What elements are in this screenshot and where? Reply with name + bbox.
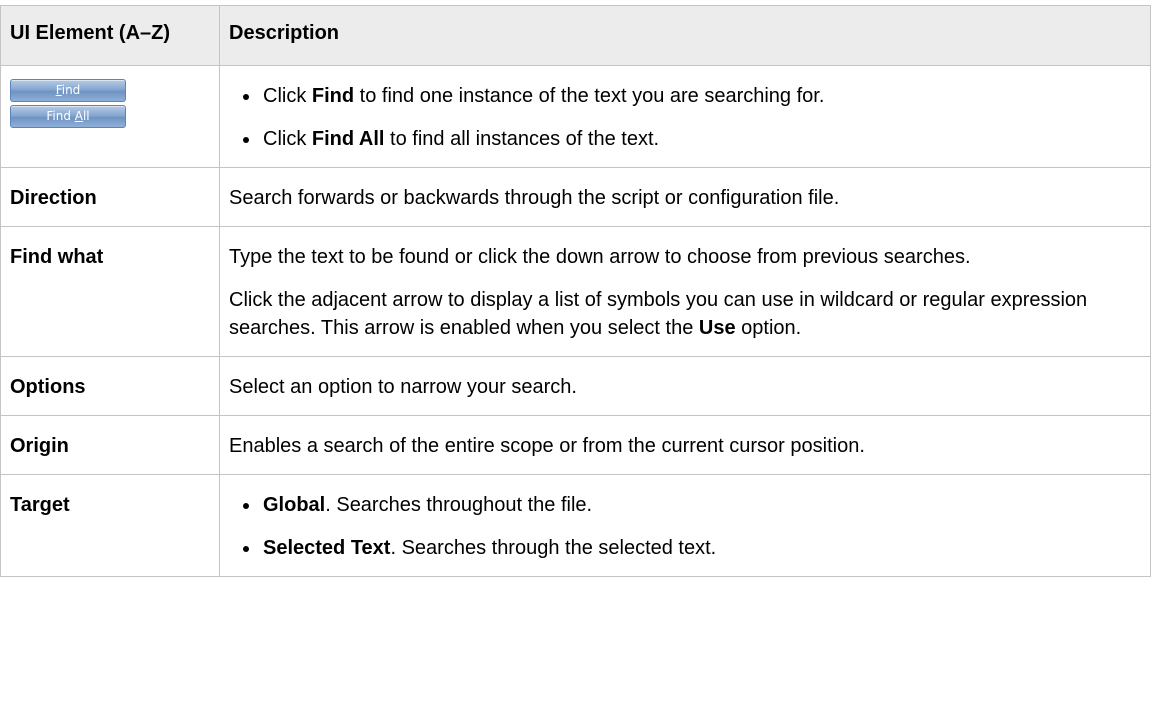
header-description: Description — [219, 5, 1151, 66]
bullet-list: Global. Searches throughout the file. Se… — [229, 491, 1140, 562]
bullet-list: Click Find to find one instance of the t… — [229, 82, 1140, 153]
element-name-find-what: Find what — [0, 226, 220, 357]
find-all-button-image: Find All — [10, 105, 126, 128]
find-button-image: Find — [10, 79, 126, 102]
description-origin: Enables a search of the entire scope or … — [219, 415, 1151, 475]
table-row-find-buttons: Find Find All Click Find to find one ins… — [0, 65, 1151, 168]
header-ui-element: UI Element (A–Z) — [0, 5, 220, 66]
description-cell-buttons: Click Find to find one instance of the t… — [219, 65, 1151, 168]
table-row-options: Options Select an option to narrow your … — [0, 356, 1151, 416]
table-row-find-what: Find what Type the text to be found or c… — [0, 226, 1151, 357]
element-name-target: Target — [0, 474, 220, 577]
list-item: Click Find to find one instance of the t… — [229, 82, 1140, 110]
description-find-what: Type the text to be found or click the d… — [219, 226, 1151, 357]
element-name-options: Options — [0, 356, 220, 416]
description-options: Select an option to narrow your search. — [219, 356, 1151, 416]
description-paragraph: Click the adjacent arrow to display a li… — [229, 289, 1088, 339]
list-item: Selected Text. Searches through the sele… — [229, 534, 1140, 562]
table-row-target: Target Global. Searches throughout the f… — [0, 474, 1151, 577]
list-item: Click Find All to find all instances of … — [229, 125, 1140, 153]
element-name-direction: Direction — [0, 167, 220, 227]
ui-elements-table: UI Element (A–Z) Description Find Find A… — [0, 5, 1151, 577]
description-paragraph: Type the text to be found or click the d… — [229, 246, 971, 268]
element-name-origin: Origin — [0, 415, 220, 475]
description-direction: Search forwards or backwards through the… — [219, 167, 1151, 227]
description-target: Global. Searches throughout the file. Se… — [219, 474, 1151, 577]
table-header-row: UI Element (A–Z) Description — [0, 5, 1151, 66]
element-cell-buttons: Find Find All — [0, 65, 220, 168]
table-row-direction: Direction Search forwards or backwards t… — [0, 167, 1151, 227]
list-item: Global. Searches throughout the file. — [229, 491, 1140, 519]
table-row-origin: Origin Enables a search of the entire sc… — [0, 415, 1151, 475]
